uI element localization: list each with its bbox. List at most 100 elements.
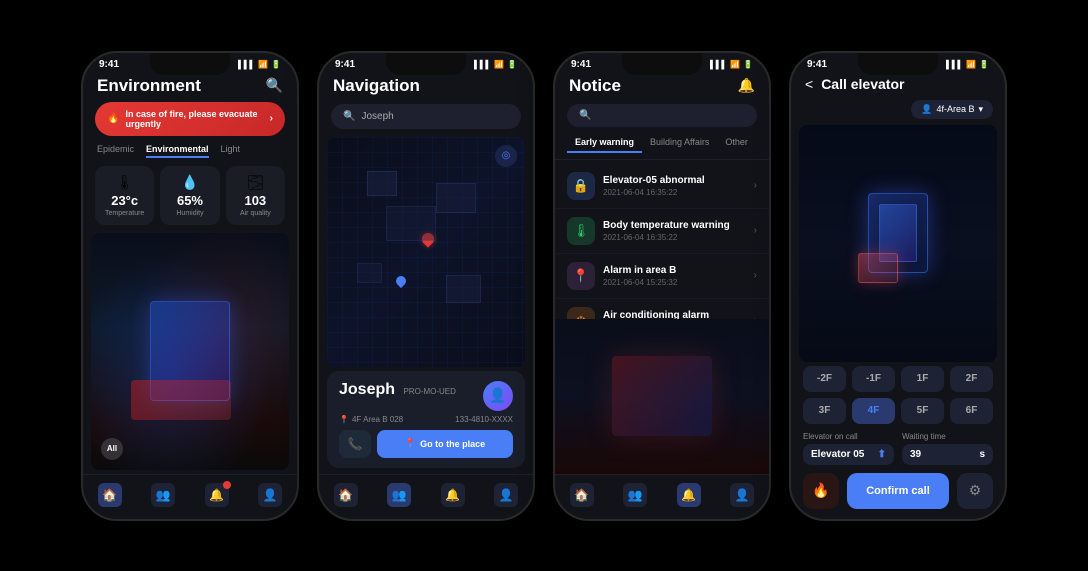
all-badge[interactable]: All [101, 438, 123, 460]
elev-highlight [858, 253, 898, 283]
tab-light[interactable]: Light [221, 144, 241, 158]
env-tabs: Epidemic Environmental Light [83, 144, 297, 166]
time-3: 9:41 [571, 59, 591, 70]
nav-user-3[interactable]: 👤 [730, 483, 754, 507]
nav-bell-3[interactable]: 🔔 [677, 483, 701, 507]
nav-user-2[interactable]: 👤 [494, 483, 518, 507]
waiting-unit: s [979, 449, 985, 460]
bell-icon-3: 🔔 [677, 483, 701, 507]
elevator-value-row: Elevator 05 ⬆ [803, 444, 894, 465]
nav-people-1[interactable]: 👥 [151, 483, 175, 507]
air-label: Air quality [240, 210, 271, 217]
goto-button[interactable]: 📍 Go to the place [377, 430, 513, 458]
settings-button[interactable]: ⚙ [957, 473, 993, 509]
notice-title-1: Body temperature warning [603, 220, 746, 231]
notice-content-2: Alarm in area B 2021-06-04 15:25:32 [603, 265, 746, 287]
map-location-btn[interactable]: ◎ [495, 145, 517, 167]
notice-list: 🔒 Elevator-05 abnormal 2021-06-04 16:35:… [555, 164, 769, 319]
floor-area-badge[interactable]: 👤 4f-Area B ▾ [911, 100, 993, 119]
map-building-3 [357, 263, 382, 283]
floor-btn-4[interactable]: 4F [852, 398, 895, 424]
nav-bell-2[interactable]: 🔔 [441, 483, 465, 507]
user-icon-3: 👤 [730, 483, 754, 507]
notice-title-3: Air conditioning alarm [603, 310, 746, 319]
nav2-header: Navigation [319, 72, 533, 104]
tab-epidemic[interactable]: Epidemic [97, 144, 134, 158]
floor-btn-5[interactable]: 5F [901, 398, 944, 424]
alert-arrow-icon: › [270, 113, 273, 124]
floor-btn-1[interactable]: 1F [901, 366, 944, 392]
user-icon-2: 👤 [494, 483, 518, 507]
person-id: PRO-MO-UED [403, 387, 455, 396]
elevator-actions: 🔥 Confirm call ⚙ [791, 473, 1005, 519]
person-phone: 133-4810-XXXX [455, 415, 513, 424]
nav-people-2[interactable]: 👥 [387, 483, 411, 507]
tab-building-affairs[interactable]: Building Affairs [642, 135, 717, 153]
elevator-3d-view [799, 125, 997, 362]
notice-item-0[interactable]: 🔒 Elevator-05 abnormal 2021-06-04 16:35:… [555, 164, 769, 209]
floor-btn-neg2[interactable]: -2F [803, 366, 846, 392]
nav-home-3[interactable]: 🏠 [570, 483, 594, 507]
notice-date-2: 2021-06-04 15:25:32 [603, 278, 746, 287]
tab-other[interactable]: Other [717, 135, 756, 153]
phone-notch-3 [622, 53, 702, 75]
env-title: Environment [97, 76, 201, 96]
map-area: ◎ [327, 137, 525, 367]
nav-people-3[interactable]: 👥 [623, 483, 647, 507]
time-1: 9:41 [99, 59, 119, 70]
elevator-header: < Call elevator [791, 72, 1005, 100]
notice-item-3[interactable]: ❄ Air conditioning alarm 2021-06-04 13:5… [555, 299, 769, 319]
notice-content-0: Elevator-05 abnormal 2021-06-04 16:35:22 [603, 175, 746, 197]
person-info-top: Joseph PRO-MO-UED 👤 [339, 381, 513, 411]
floor-btn-3[interactable]: 3F [803, 398, 846, 424]
floor-btn-2[interactable]: 2F [950, 366, 993, 392]
tab-early-warning[interactable]: Early warning [567, 135, 642, 153]
waiting-time-label: Waiting time [902, 432, 993, 441]
battery-icon-3: 🔋 [743, 60, 753, 69]
phone-screen-3: 9:41 ▌▌▌ 📶 🔋 Notice 🔔 🔍 Early warning Bu… [555, 53, 769, 519]
wifi-icon-1: 📶 [258, 60, 268, 69]
person-avatar: 👤 [483, 381, 513, 411]
notice-icon-1: 🌡 [567, 217, 595, 245]
location-pin-icon: 📍 [339, 415, 349, 424]
status-icons-1: ▌▌▌ 📶 🔋 [238, 60, 281, 69]
floor-btn-6[interactable]: 6F [950, 398, 993, 424]
floor-grid-row1: -2F -1F 1F 2F [791, 366, 1005, 398]
confirm-call-button[interactable]: Confirm call [847, 473, 949, 509]
elevator-on-call-label: Elevator on call [803, 432, 894, 441]
wifi-icon-4: 📶 [966, 60, 976, 69]
phone-navigation: 9:41 ▌▌▌ 📶 🔋 Navigation 🔍 Joseph ◎ [317, 51, 535, 521]
battery-icon-1: 🔋 [271, 60, 281, 69]
floor-grid-row2: 3F 4F 5F 6F [791, 398, 1005, 432]
env-header: Environment 🔍 [83, 72, 297, 102]
back-button[interactable]: < [805, 76, 813, 92]
floor-btn-neg1[interactable]: -1F [852, 366, 895, 392]
nav-user-1[interactable]: 👤 [258, 483, 282, 507]
alert-banner[interactable]: 🔥 In case of fire, please evacuate urgen… [95, 102, 285, 136]
phone-elevator: 9:41 ▌▌▌ 📶 🔋 < Call elevator 👤 4f-Area B… [789, 51, 1007, 521]
arrow-icon-0: › [754, 180, 757, 191]
notice-item-2[interactable]: 📍 Alarm in area B 2021-06-04 15:25:32 › [555, 254, 769, 299]
air-icon: 🌫 [246, 174, 264, 191]
notice-item-1[interactable]: 🌡 Body temperature warning 2021-06-04 16… [555, 209, 769, 254]
tab-environmental[interactable]: Environmental [146, 144, 209, 158]
wifi-icon-2: 📶 [494, 60, 504, 69]
notice-building [555, 319, 769, 474]
notice-content-1: Body temperature warning 2021-06-04 16:3… [603, 220, 746, 242]
alarm-button[interactable]: 🔥 [803, 473, 839, 509]
notice-search[interactable]: 🔍 [567, 104, 757, 127]
env-search-icon[interactable]: 🔍 [266, 77, 283, 94]
metric-humidity: 💧 65% Humidity [160, 166, 219, 225]
time-2: 9:41 [335, 59, 355, 70]
notice-bell-icon[interactable]: 🔔 [738, 77, 755, 94]
call-button[interactable]: 📞 [339, 430, 371, 458]
nav-bell-1[interactable]: 🔔 [205, 483, 229, 507]
people-icon-1: 👥 [151, 483, 175, 507]
person-actions: 📞 📍 Go to the place [339, 430, 513, 458]
person-card: Joseph PRO-MO-UED 👤 📍 4F Area B 028 133-… [327, 371, 525, 468]
nav-home-1[interactable]: 🏠 [98, 483, 122, 507]
bell-icon-2: 🔔 [441, 483, 465, 507]
notice-tabs: Early warning Building Affairs Other [555, 135, 769, 160]
nav2-search[interactable]: 🔍 Joseph [331, 104, 521, 129]
nav-home-2[interactable]: 🏠 [334, 483, 358, 507]
